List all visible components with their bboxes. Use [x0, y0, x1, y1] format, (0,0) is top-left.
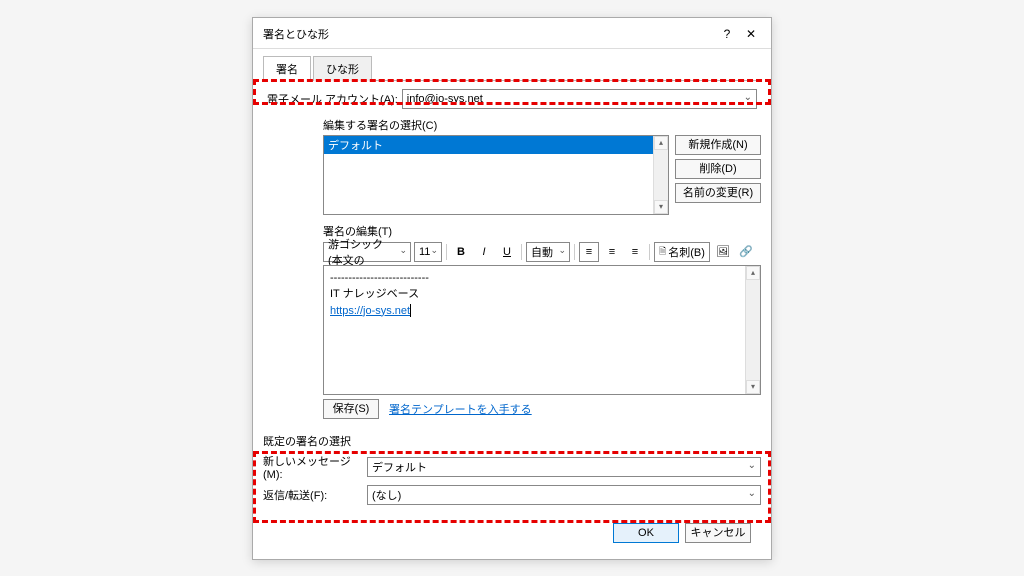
separator — [446, 244, 447, 260]
account-label: 電子メール アカウント(A): — [267, 91, 398, 107]
window-title: 署名とひな形 — [263, 26, 715, 42]
editor-toolbar: 游ゴシック (本文の 11 B I U 自動 ≡ ≡ ≡ 🗎名刺(B) 🖼 🔗 — [323, 242, 761, 262]
align-right-button[interactable]: ≡ — [625, 242, 645, 262]
align-left-button[interactable]: ≡ — [579, 242, 599, 262]
reply-select[interactable]: (なし) — [367, 485, 761, 505]
signature-editor[interactable]: --------------------------- IT ナレッジベース h… — [323, 265, 761, 395]
bold-button[interactable]: B — [451, 242, 471, 262]
font-size-select[interactable]: 11 — [414, 242, 442, 262]
scroll-down-icon[interactable]: ▾ — [654, 200, 668, 214]
scroll-up-icon[interactable]: ▴ — [654, 136, 668, 150]
ok-button[interactable]: OK — [613, 523, 679, 543]
defaults-group: 既定の署名の選択 新しいメッセージ(M): デフォルト 返信/転送(F): (な… — [263, 427, 761, 515]
signature-listbox[interactable]: デフォルト ▴ ▾ — [323, 135, 669, 215]
separator — [649, 244, 650, 260]
save-row: 保存(S) 署名テンプレートを入手する — [323, 399, 761, 419]
signatures-dialog: 署名とひな形 ? ✕ 署名 ひな形 電子メール アカウント(A): info@j… — [252, 17, 772, 560]
dialog-body: 署名 ひな形 電子メール アカウント(A): info@jo-sys.net 編… — [253, 49, 771, 559]
editor-line: --------------------------- — [330, 270, 754, 287]
align-center-button[interactable]: ≡ — [602, 242, 622, 262]
separator — [574, 244, 575, 260]
cancel-button[interactable]: キャンセル — [685, 523, 751, 543]
select-signature-label: 編集する署名の選択(C) — [323, 117, 761, 133]
dialog-buttons: OK キャンセル — [263, 515, 761, 551]
font-select[interactable]: 游ゴシック (本文の — [323, 242, 411, 262]
signature-select-group: 編集する署名の選択(C) デフォルト ▴ ▾ 新規作成(N) 削除(D) 名前の… — [323, 117, 761, 419]
insert-image-button[interactable]: 🖼 — [713, 242, 733, 262]
scrollbar[interactable]: ▴ ▾ — [745, 266, 760, 394]
new-message-label: 新しいメッセージ(M): — [263, 453, 363, 481]
save-button[interactable]: 保存(S) — [323, 399, 379, 419]
editor-line: IT ナレッジベース — [330, 286, 754, 303]
new-button[interactable]: 新規作成(N) — [675, 135, 761, 155]
insert-link-button[interactable]: 🔗 — [736, 242, 756, 262]
text-cursor — [410, 304, 411, 317]
rename-button[interactable]: 名前の変更(R) — [675, 183, 761, 203]
tab-stationery[interactable]: ひな形 — [313, 56, 372, 81]
scroll-up-icon[interactable]: ▴ — [746, 266, 760, 280]
defaults-title: 既定の署名の選択 — [263, 433, 761, 449]
new-message-select[interactable]: デフォルト — [367, 457, 761, 477]
delete-button[interactable]: 削除(D) — [675, 159, 761, 179]
scrollbar[interactable]: ▴ ▾ — [653, 136, 668, 214]
list-item[interactable]: デフォルト — [324, 136, 668, 154]
titlebar: 署名とひな形 ? ✕ — [253, 18, 771, 49]
color-select[interactable]: 自動 — [526, 242, 570, 262]
card-button[interactable]: 🗎名刺(B) — [654, 242, 710, 262]
editor-line: https://jo-sys.net — [330, 303, 754, 320]
help-button[interactable]: ? — [715, 24, 739, 44]
get-templates-link[interactable]: 署名テンプレートを入手する — [389, 401, 532, 417]
scroll-down-icon[interactable]: ▾ — [746, 380, 760, 394]
italic-button[interactable]: I — [474, 242, 494, 262]
close-button[interactable]: ✕ — [739, 24, 763, 44]
account-select[interactable]: info@jo-sys.net — [402, 89, 757, 109]
tab-signature[interactable]: 署名 — [263, 56, 311, 81]
reply-label: 返信/転送(F): — [263, 487, 363, 503]
underline-button[interactable]: U — [497, 242, 517, 262]
account-row: 電子メール アカウント(A): info@jo-sys.net — [263, 87, 761, 111]
tab-strip: 署名 ひな形 — [263, 55, 761, 81]
separator — [521, 244, 522, 260]
